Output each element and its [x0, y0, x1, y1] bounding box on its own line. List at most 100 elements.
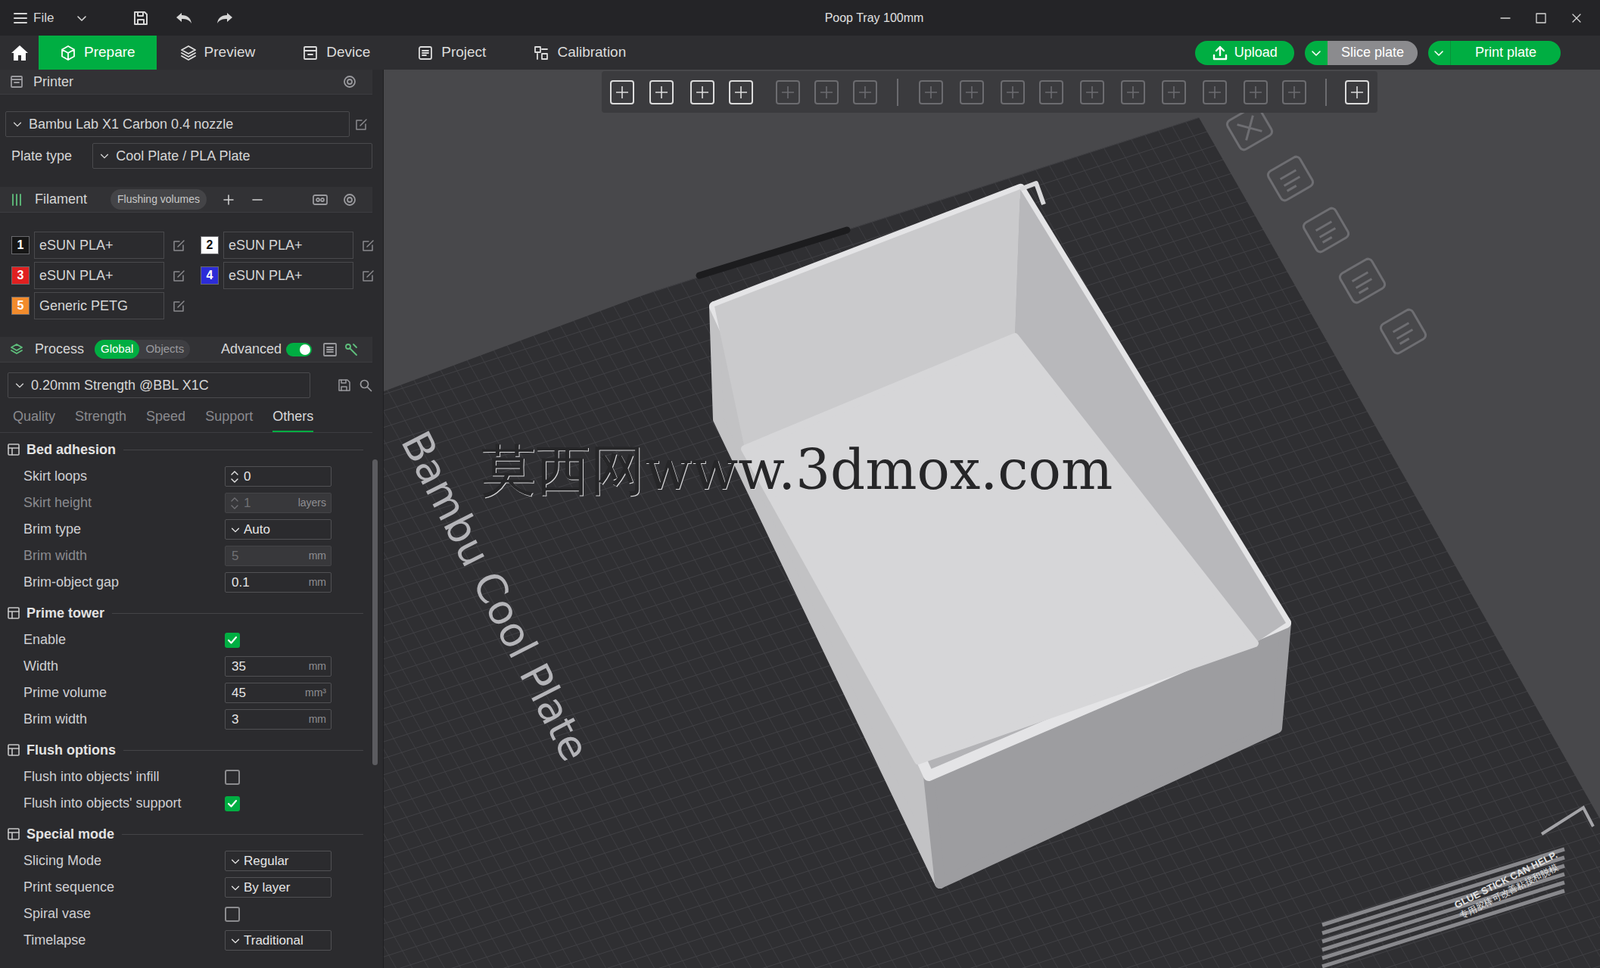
- filament-color-swatch[interactable]: 5: [11, 296, 30, 315]
- edit-icon[interactable]: [361, 238, 375, 253]
- tab[interactable]: Device: [278, 35, 394, 70]
- edit-icon[interactable]: [354, 117, 368, 131]
- save-icon[interactable]: [132, 9, 150, 27]
- build-scene[interactable]: [383, 69, 1600, 968]
- print-main[interactable]: Print plate: [1450, 40, 1561, 66]
- gear-icon[interactable]: [342, 192, 358, 208]
- filament-select[interactable]: eSUN PLA+: [223, 231, 354, 259]
- checkbox[interactable]: [224, 906, 240, 922]
- tab[interactable]: Project: [393, 35, 510, 70]
- dropdown[interactable]: Traditional: [224, 930, 332, 952]
- search-icon[interactable]: [358, 378, 373, 393]
- scrollbar-thumb[interactable]: [372, 459, 378, 766]
- view-toolbar[interactable]: [601, 71, 1378, 113]
- filament-color-swatch[interactable]: 4: [200, 266, 219, 285]
- scene-canvas[interactable]: [383, 69, 1600, 968]
- input-field[interactable]: 3mm: [224, 709, 332, 731]
- section-icon: [6, 442, 21, 457]
- process-title: Process: [34, 339, 85, 360]
- advanced-switch[interactable]: [286, 342, 312, 357]
- checkbox[interactable]: [224, 769, 240, 785]
- dropdown[interactable]: Regular: [224, 850, 332, 872]
- field-unit: mm: [308, 547, 327, 564]
- maximize-icon[interactable]: [1534, 11, 1548, 25]
- setting-row: Brim typeAuto: [0, 516, 373, 543]
- dropdown[interactable]: By layer: [224, 877, 332, 899]
- edit-icon[interactable]: [361, 268, 375, 283]
- process-tab-label: Speed: [146, 408, 186, 424]
- edit-icon[interactable]: [171, 238, 186, 253]
- main-area: PrinterBambu Lab X1 Carbon 0.4 nozzlePla…: [0, 69, 1600, 968]
- save-icon[interactable]: [337, 378, 352, 393]
- plate-type-select[interactable]: Cool Plate / PLA Plate: [92, 143, 373, 169]
- scope-option[interactable]: Global: [94, 339, 140, 359]
- input-field[interactable]: 45mm³: [224, 682, 332, 704]
- tab[interactable]: Preview: [156, 35, 280, 70]
- file-menu[interactable]: File: [12, 8, 89, 29]
- edit-icon[interactable]: [171, 268, 186, 283]
- filament-color-swatch[interactable]: 3: [11, 266, 30, 285]
- title-left: File: [0, 8, 250, 29]
- 3d-viewport[interactable]: Bambu Cool PlateGLUE STICK CAN HELP.专用胶棒…: [383, 69, 1600, 968]
- process-tab-label: Others: [272, 408, 314, 424]
- watermark: 莫西网www.3dmox.com: [481, 442, 1113, 498]
- plate-icons[interactable]: [1225, 104, 1428, 355]
- scope-toggle[interactable]: GlobalObjects: [94, 339, 190, 359]
- flushing-volumes-button[interactable]: Flushing volumes: [110, 189, 207, 210]
- print-options[interactable]: [1428, 40, 1451, 66]
- dropdown[interactable]: Auto: [224, 519, 332, 541]
- checkbox[interactable]: [224, 632, 240, 648]
- slice-button[interactable]: Slice plate: [1304, 40, 1418, 66]
- process-preset-select[interactable]: 0.20mm Strength @BBL X1C: [7, 372, 311, 399]
- plus-icon[interactable]: [221, 192, 236, 207]
- scope-option[interactable]: Objects: [139, 339, 190, 359]
- process-tab[interactable]: Support: [205, 406, 253, 433]
- checkbox-wrap: [224, 906, 240, 922]
- process-tab[interactable]: Quality: [12, 406, 56, 433]
- process-tab[interactable]: Speed: [146, 406, 186, 433]
- filament-select[interactable]: eSUN PLA+: [34, 231, 165, 259]
- field-select: Auto: [230, 519, 327, 540]
- filament-select[interactable]: eSUN PLA+: [34, 261, 165, 290]
- print-button[interactable]: Print plate: [1428, 40, 1561, 66]
- process-tab[interactable]: Strength: [74, 406, 127, 433]
- minimize-icon[interactable]: [1498, 11, 1513, 25]
- close-icon[interactable]: [1569, 11, 1584, 25]
- window-controls: [1498, 11, 1600, 25]
- tab[interactable]: Prepare: [38, 35, 157, 70]
- layers-icon: [180, 44, 197, 62]
- process-tab[interactable]: Others: [272, 406, 314, 433]
- checkbox[interactable]: [224, 796, 240, 812]
- home-button[interactable]: [0, 35, 39, 70]
- printer-title: Printer: [33, 71, 74, 93]
- field-value: 45: [231, 683, 246, 704]
- spin-arrows-icon[interactable]: [230, 469, 240, 485]
- edit-icon[interactable]: [171, 298, 186, 313]
- slice-main[interactable]: Slice plate: [1327, 40, 1418, 66]
- input-field[interactable]: 0: [224, 466, 332, 488]
- slice-options[interactable]: [1304, 40, 1328, 66]
- list-icon[interactable]: [322, 342, 338, 358]
- upload-button[interactable]: Upload: [1195, 40, 1295, 66]
- gear-icon[interactable]: [342, 74, 358, 90]
- filament-color-swatch[interactable]: 1: [11, 236, 30, 255]
- input-field[interactable]: 35mm: [224, 656, 332, 678]
- setting-label: Flush into objects' infill: [23, 766, 225, 788]
- tool-icon[interactable]: [343, 342, 359, 358]
- redo-icon[interactable]: [215, 9, 234, 27]
- filament-settings-icon[interactable]: [311, 192, 329, 208]
- filament-color-swatch[interactable]: 2: [200, 236, 219, 255]
- home-icon: [9, 43, 30, 63]
- field-value: 0: [243, 466, 251, 487]
- input-field[interactable]: 0.1mm: [224, 572, 332, 594]
- tab[interactable]: Calibration: [509, 35, 650, 70]
- filament-select[interactable]: Generic PETG: [34, 292, 165, 320]
- setting-label: Skirt height: [23, 492, 225, 514]
- switch-knob: [299, 344, 311, 355]
- minus-icon[interactable]: [250, 192, 265, 207]
- undo-icon[interactable]: [174, 9, 193, 27]
- scrollbar[interactable]: [372, 69, 383, 968]
- filament-select[interactable]: eSUN PLA+: [223, 261, 354, 290]
- printer-preset-select[interactable]: Bambu Lab X1 Carbon 0.4 nozzle: [5, 111, 350, 137]
- tray-model[interactable]: [714, 183, 1286, 884]
